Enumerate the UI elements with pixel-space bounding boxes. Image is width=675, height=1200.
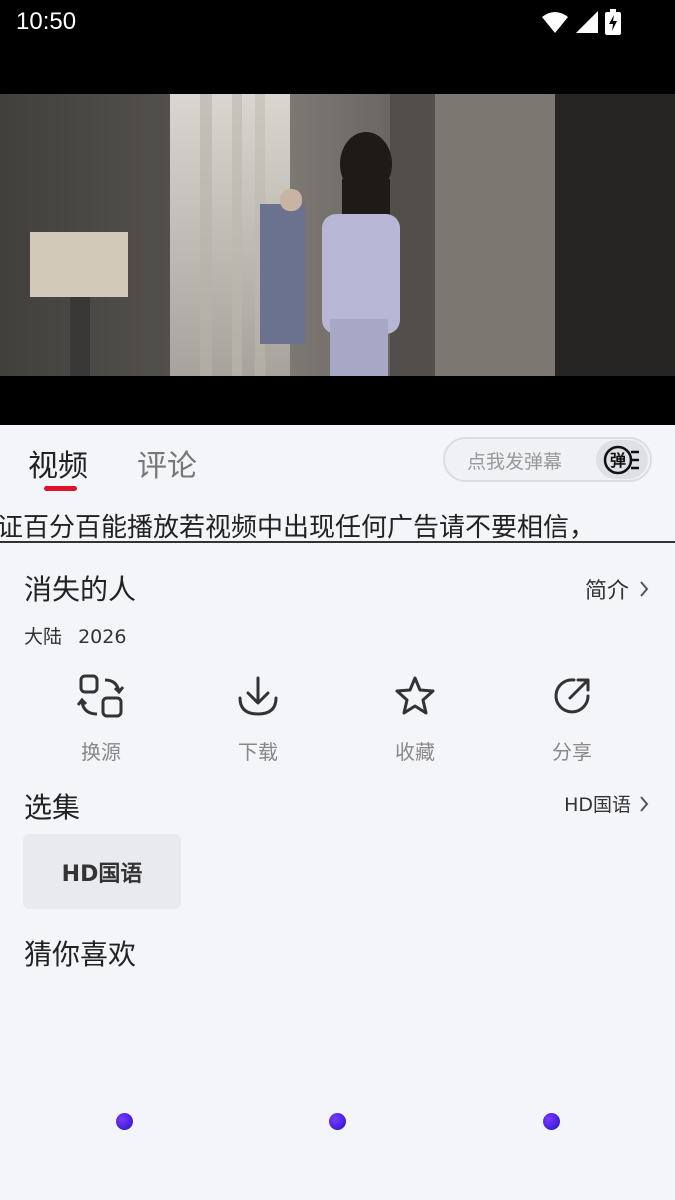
video-still-image [0,94,675,376]
share-button[interactable]: 分享 [512,670,632,765]
video-meta: 大陆 2026 [24,622,136,649]
video-region: 大陆 [24,626,63,648]
favorite-button[interactable]: 收藏 [355,670,475,765]
scrolling-notice: 证百分百能播放若视频中出现任何广告请不要相信， [0,505,675,543]
danmaku-toggle-icon: 弹 [603,445,639,474]
tab-comments[interactable]: 评论 [137,441,197,485]
danmaku-toggle-button[interactable]: 弹 [596,440,648,479]
switch-source-icon [77,674,125,718]
loading-dot [329,1113,346,1130]
action-bar: 换源 下载 收藏 分享 [0,670,675,770]
loading-dot [116,1113,133,1130]
notice-text: 证百分百能播放若视频中出现任何广告请不要相信， [0,513,596,543]
chevron-right-icon [640,795,649,812]
status-bar: 10:50 [0,0,675,48]
status-icons [541,9,621,35]
video-year: 2026 [78,626,127,648]
recommend-title: 猜你喜欢 [24,938,137,971]
episodes-source-button[interactable]: HD国语 [564,790,649,817]
video-title: 消失的人 [24,573,137,606]
loading-dot [543,1113,560,1130]
danmaku-toggle-glyph: 弹 [610,451,626,470]
switch-source-button[interactable]: 换源 [41,670,161,765]
danmaku-placeholder: 点我发弹幕 [467,451,563,473]
share-label: 分享 [552,740,592,764]
episode-chip[interactable]: HD国语 [23,834,181,909]
active-tab-indicator [44,486,77,491]
status-time: 10:50 [16,8,77,35]
chevron-right-icon [640,581,649,597]
intro-label: 简介 [584,579,629,604]
share-icon [554,678,590,714]
battery-charging-icon [605,9,621,35]
video-player[interactable] [0,48,675,425]
download-button[interactable]: 下载 [198,670,318,765]
favorite-label: 收藏 [395,740,435,764]
star-icon [395,676,435,715]
switch-source-label: 换源 [81,740,121,764]
episodes-source-label: HD国语 [564,794,631,816]
download-label: 下载 [238,740,278,764]
episodes-title: 选集 [24,791,81,824]
download-icon [238,676,278,716]
cellular-signal-icon [576,11,598,33]
intro-button[interactable]: 简介 [585,573,649,605]
tab-video[interactable]: 视频 [28,441,88,485]
video-frame[interactable] [0,94,675,376]
wifi-icon [542,12,568,33]
danmaku-input[interactable]: 点我发弹幕 弹 [443,437,652,482]
